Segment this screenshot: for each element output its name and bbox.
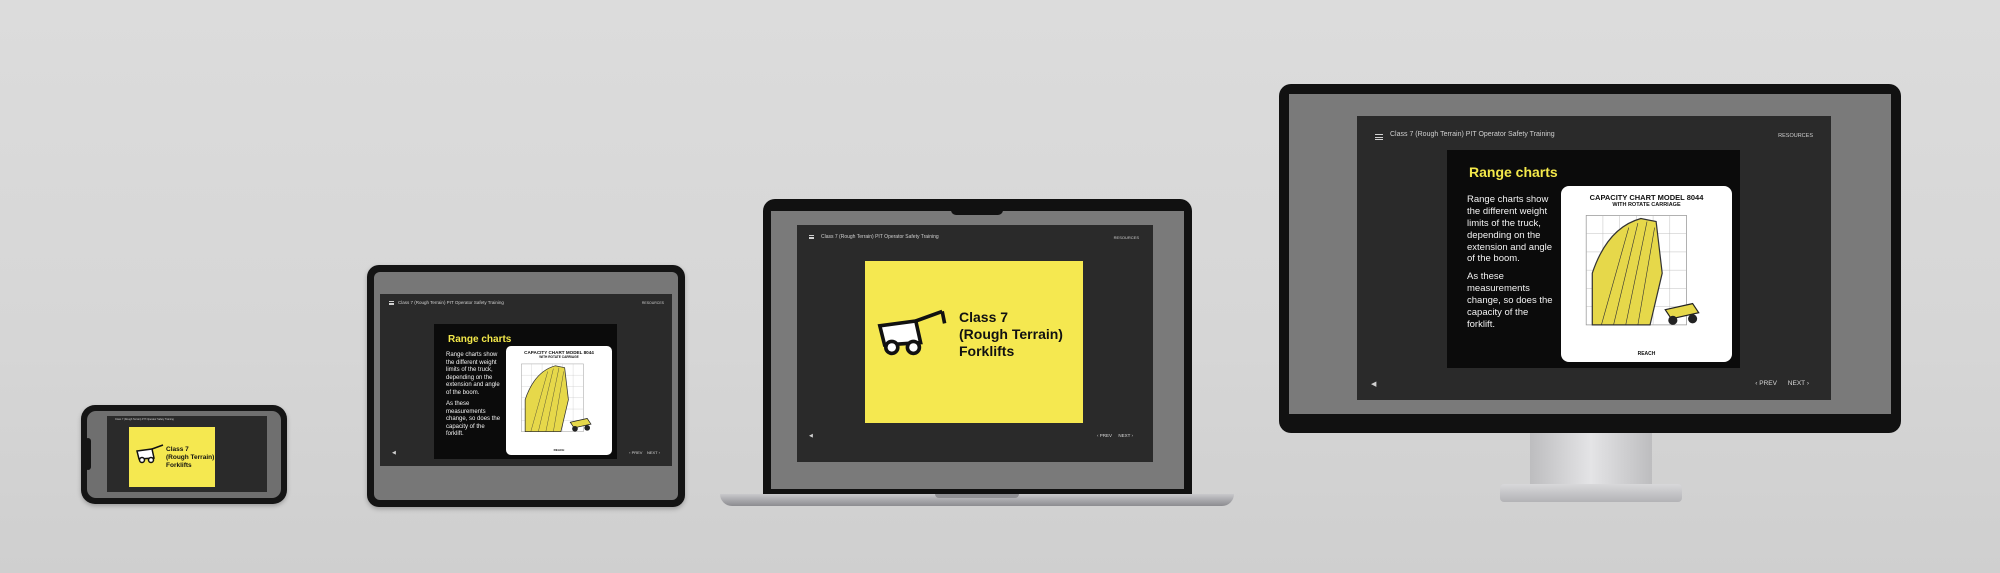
monitor-stand-neck	[1530, 433, 1652, 485]
prev-label: PREV	[1099, 433, 1113, 438]
chart-subtitle: WITH ROTATE CARRIAGE	[539, 355, 579, 359]
laptop-screen: Class 7 (Rough Terrain) PIT Operator Saf…	[771, 211, 1184, 489]
cover-title-line3: Forklifts	[959, 342, 1015, 359]
capacity-range-chart	[521, 363, 592, 432]
laptop-base-lip	[935, 494, 1019, 498]
capacity-chart-card: CAPACITY CHART MODEL 8044 WITH ROTATE CA…	[1561, 186, 1732, 362]
resources-link[interactable]: RESOURCES	[642, 301, 664, 305]
slide-body: Range charts show the different weight l…	[1467, 194, 1553, 331]
chart-title: CAPACITY CHART MODEL 8044	[1589, 193, 1704, 202]
prev-button[interactable]: ‹ PREV	[1097, 433, 1112, 438]
laptop-app: Class 7 (Rough Terrain) PIT Operator Saf…	[797, 225, 1153, 462]
slide-title: Range charts	[1469, 164, 1558, 180]
chart-xlabel: REACH	[1637, 351, 1656, 357]
monitor-stand-base	[1500, 484, 1682, 502]
cover-title: Class 7 (Rough Terrain) Forklifts	[166, 446, 214, 469]
slide-paragraph-2: As these measurements change, so does th…	[446, 401, 501, 437]
next-label: NEXT	[1118, 433, 1131, 438]
range-slide: Range charts Range charts show the diffe…	[1447, 150, 1740, 368]
cover-title-line1: Class 7	[166, 446, 189, 453]
forklift-icon	[877, 309, 947, 356]
chevron-right-icon: ›	[1130, 433, 1134, 438]
prev-button[interactable]: ‹ PREV	[629, 450, 642, 455]
cover-slide: Class 7 (Rough Terrain) Forklifts	[865, 261, 1083, 423]
phone-notch	[85, 438, 91, 470]
course-title: Class 7 (Rough Terrain) PIT Operator Saf…	[1390, 131, 1555, 138]
resources-link[interactable]: RESOURCES	[1114, 235, 1139, 240]
slide-paragraph-1: Range charts show the different weight l…	[446, 352, 500, 396]
laptop-base	[720, 494, 1234, 506]
menu-icon[interactable]	[1375, 134, 1383, 140]
laptop-notch	[951, 201, 1003, 215]
chart-xlabel: REACH	[553, 448, 565, 452]
monitor-screen: Class 7 (Rough Terrain) PIT Operator Saf…	[1289, 94, 1891, 414]
laptop-device: Class 7 (Rough Terrain) PIT Operator Saf…	[763, 199, 1192, 495]
next-button[interactable]: NEXT ›	[1788, 380, 1809, 387]
monitor-app: Class 7 (Rough Terrain) PIT Operator Saf…	[1357, 116, 1831, 400]
cover-title-line3: Forklifts	[166, 461, 192, 469]
chart-subtitle: WITH ROTATE CARRIAGE	[1612, 202, 1681, 208]
phone-app: Class 7 (Rough Terrain) PIT Operator Saf…	[107, 416, 267, 492]
prev-button[interactable]: ‹ PREV	[1755, 380, 1777, 387]
nav-controls: ‹ PREV NEXT ›	[629, 450, 660, 455]
next-button[interactable]: NEXT ›	[1118, 433, 1133, 438]
nav-controls: ‹ PREV NEXT ›	[1755, 380, 1809, 387]
range-slide: Range charts Range charts show the diffe…	[434, 324, 617, 459]
audio-icon[interactable]: ◀	[809, 433, 813, 439]
monitor-device: Class 7 (Rough Terrain) PIT Operator Saf…	[1279, 84, 1901, 433]
tablet-screen: Class 7 (Rough Terrain) PIT Operator Saf…	[374, 272, 678, 500]
slide-paragraph-1: Range charts show the different weight l…	[1467, 194, 1553, 265]
nav-controls: ‹ PREV NEXT ›	[1097, 433, 1133, 438]
forklift-icon	[136, 444, 164, 464]
chevron-right-icon: ›	[1805, 380, 1809, 387]
capacity-chart-card: CAPACITY CHART MODEL 8044 WITH ROTATE CA…	[506, 346, 612, 455]
course-title: Class 7 (Rough Terrain) PIT Operator Saf…	[115, 418, 174, 421]
next-label: NEXT	[1787, 380, 1806, 387]
cover-slide: Class 7 (Rough Terrain) Forklifts	[129, 427, 215, 487]
prev-label: PREV	[1759, 380, 1777, 387]
cover-title-line2: (Rough Terrain)	[959, 325, 1063, 342]
cover-title-line2: (Rough Terrain)	[166, 453, 215, 461]
phone-screen: Class 7 (Rough Terrain) PIT Operator Saf…	[87, 411, 281, 498]
cover-title-line1: Class 7	[959, 309, 1009, 325]
course-title: Class 7 (Rough Terrain) PIT Operator Saf…	[821, 234, 939, 240]
cover-title: Class 7 (Rough Terrain) Forklifts	[959, 309, 1063, 359]
menu-icon[interactable]	[389, 301, 394, 306]
audio-icon[interactable]: ◀	[392, 450, 396, 456]
prev-label: PREV	[631, 450, 643, 455]
slide-paragraph-2: As these measurements change, so does th…	[1467, 271, 1553, 330]
resources-link[interactable]: RESOURCES	[1778, 133, 1813, 139]
chevron-right-icon: ›	[657, 450, 660, 455]
menu-icon[interactable]	[809, 235, 814, 240]
audio-icon[interactable]: ◀	[1371, 380, 1376, 388]
next-label: NEXT	[646, 450, 658, 455]
tablet-device: Class 7 (Rough Terrain) PIT Operator Saf…	[367, 265, 685, 507]
phone-device: Class 7 (Rough Terrain) PIT Operator Saf…	[81, 405, 287, 504]
slide-title: Range charts	[448, 334, 512, 345]
course-title: Class 7 (Rough Terrain) PIT Operator Saf…	[398, 300, 504, 305]
slide-body: Range charts show the different weight l…	[446, 352, 504, 439]
capacity-range-chart	[1585, 215, 1700, 326]
tablet-app: Class 7 (Rough Terrain) PIT Operator Saf…	[380, 294, 672, 466]
next-button[interactable]: NEXT ›	[647, 450, 660, 455]
